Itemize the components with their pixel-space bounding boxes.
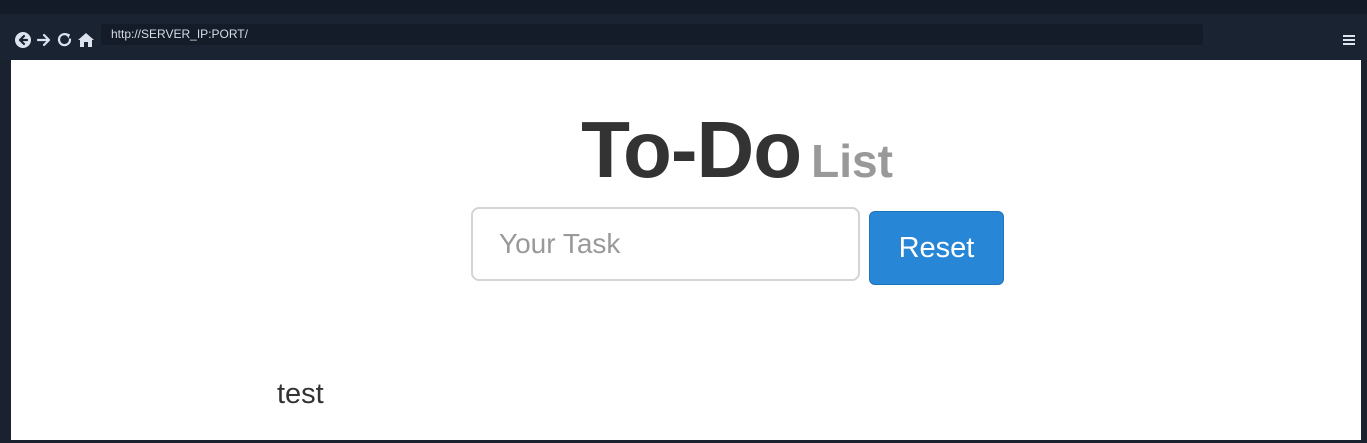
forward-icon <box>36 33 51 47</box>
page-title-main: To-Do <box>581 105 802 194</box>
nav-buttons <box>14 30 95 50</box>
todo-item[interactable]: test <box>277 378 324 411</box>
browser-window: http://SERVER_IP:PORT/ To-DoList Reset t… <box>0 0 1367 443</box>
home-button[interactable] <box>77 31 95 49</box>
page-title: To-Do List <box>11 104 1361 196</box>
back-icon <box>15 32 31 48</box>
reload-button[interactable] <box>56 31 74 49</box>
reset-button[interactable]: Reset <box>869 211 1004 285</box>
home-icon <box>78 33 94 47</box>
reload-icon <box>57 33 72 47</box>
page-title-sub: List <box>811 135 893 187</box>
window-top-strip <box>0 0 1367 14</box>
page-viewport: To-DoList Reset test <box>11 60 1361 440</box>
hamburger-menu-icon <box>1343 35 1355 45</box>
address-bar[interactable]: http://SERVER_IP:PORT/ <box>101 24 1203 45</box>
browser-toolbar: http://SERVER_IP:PORT/ <box>0 14 1367 60</box>
task-input[interactable] <box>471 207 860 281</box>
todo-list: test <box>277 378 324 411</box>
forward-button[interactable] <box>35 31 53 49</box>
menu-button[interactable] <box>1342 33 1356 47</box>
back-button[interactable] <box>14 31 32 49</box>
